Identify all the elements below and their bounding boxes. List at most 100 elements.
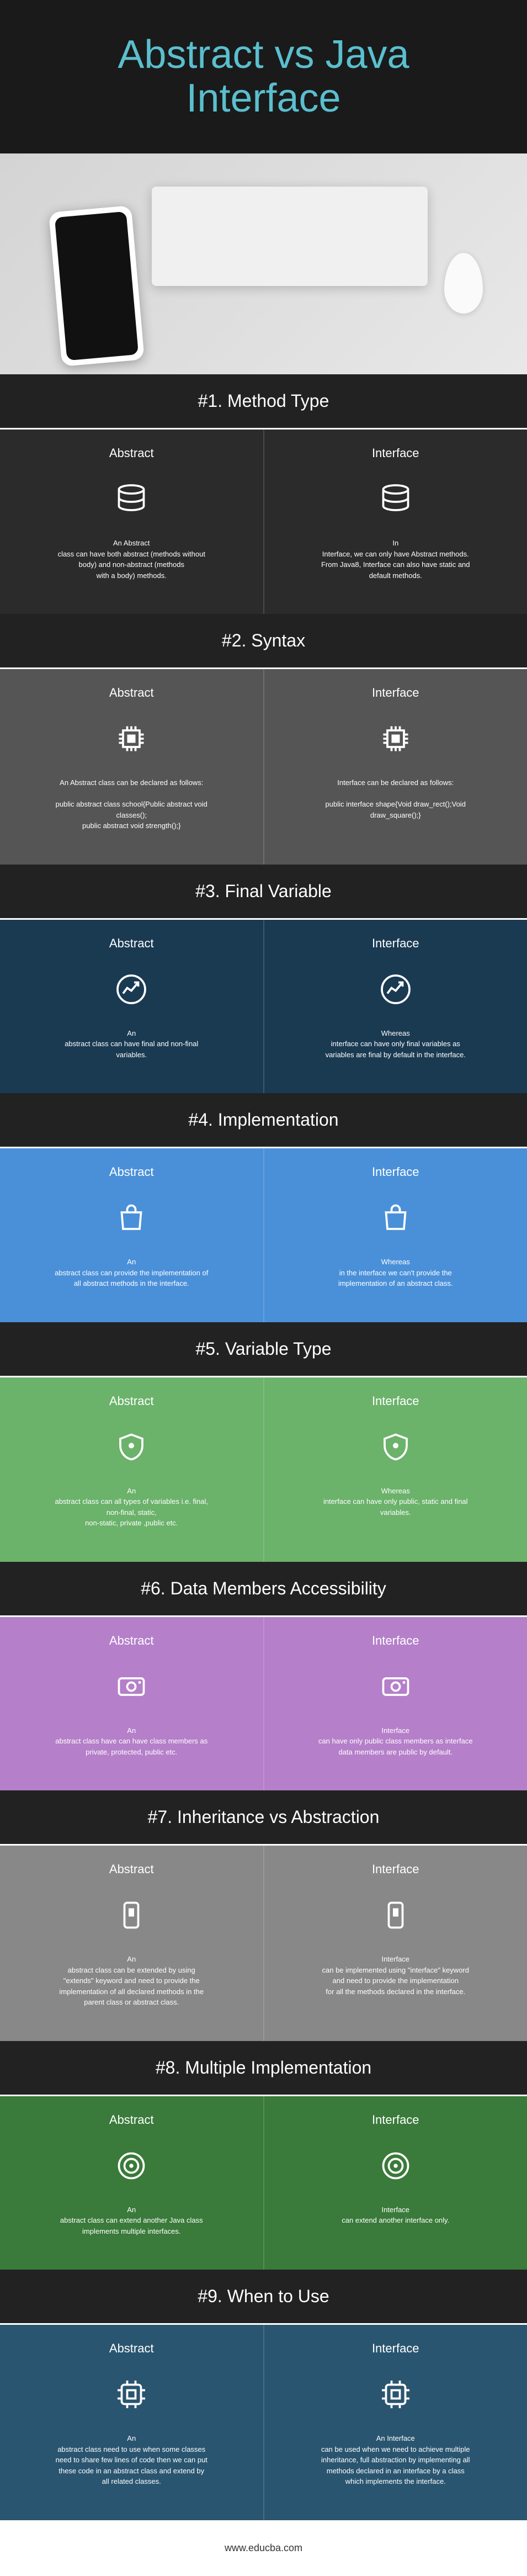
column-title: Interface [286, 1165, 505, 1179]
footer-url: www.educba.com [225, 2542, 302, 2553]
column-title: Abstract [22, 1862, 241, 1877]
section-header: #5. Variable Type [0, 1322, 527, 1377]
column-title: Abstract [22, 2113, 241, 2127]
interface-text: Interfacecan have only public class memb… [318, 1725, 473, 1758]
column-title: Abstract [22, 2341, 241, 2356]
column-title: Abstract [22, 1634, 241, 1648]
section-header: #9. When to Use [0, 2270, 527, 2325]
column-title: Interface [286, 2113, 505, 2127]
section-7: #7. Inheritance vs Abstraction Abstract … [0, 1790, 527, 2041]
abstract-text: Anabstract class can provide the impleme… [54, 1257, 209, 1289]
interface-column: Interface Whereasin the interface we can… [264, 1148, 527, 1322]
section-body: Abstract Anabstract class can have final… [0, 920, 527, 1094]
section-body: Abstract Anabstract class need to use wh… [0, 2325, 527, 2520]
interface-column: Interface InInterface, we can only have … [264, 430, 527, 614]
keyboard-graphic [152, 187, 428, 286]
abstract-column: Abstract Anabstract class can be extende… [0, 1846, 264, 2041]
interface-text: InInterface, we can only have Abstract m… [318, 538, 473, 581]
abstract-text: Anabstract class need to use when some c… [54, 2433, 209, 2487]
column-title: Abstract [22, 686, 241, 700]
section-5: #5. Variable Type Abstract Anabstract cl… [0, 1322, 527, 1562]
infographic-container: Abstract vs Java Interface #1. Method Ty… [0, 0, 527, 2576]
section-header: #7. Inheritance vs Abstraction [0, 1790, 527, 1846]
chip-icon [374, 717, 418, 761]
bag-icon [109, 1196, 153, 1240]
interface-text: Whereasinterface can have only public, s… [318, 1486, 473, 1518]
section-3: #3. Final Variable Abstract Anabstract c… [0, 865, 527, 1094]
shield-icon [109, 1425, 153, 1469]
title-line-1: Abstract vs Java [118, 33, 409, 77]
abstract-text: Anabstract class can all types of variab… [54, 1486, 209, 1529]
interface-text: Whereasinterface can have only final var… [318, 1028, 473, 1061]
section-8: #8. Multiple Implementation Abstract Ana… [0, 2041, 527, 2270]
interface-column: Interface Interfacecan have only public … [264, 1617, 527, 1791]
abstract-text: Anabstract class have can have class mem… [54, 1725, 209, 1758]
interface-text: Whereasin the interface we can't provide… [318, 1257, 473, 1289]
section-body: Abstract Anabstract class can provide th… [0, 1148, 527, 1322]
section-6: #6. Data Members Accessibility Abstract … [0, 1562, 527, 1791]
abstract-column: Abstract Anabstract class need to use wh… [0, 2325, 264, 2520]
interface-text: Interfacecan extend another interface on… [318, 2204, 473, 2226]
abstract-text: Anabstract class can have final and non-… [54, 1028, 209, 1061]
column-title: Abstract [22, 936, 241, 951]
interface-column: Interface Interface can be declared as f… [264, 669, 527, 865]
section-body: Abstract Anabstract class have can have … [0, 1617, 527, 1791]
column-title: Abstract [22, 1394, 241, 1408]
section-header: #1. Method Type [0, 374, 527, 430]
abstract-column: Abstract Anabstract class can have final… [0, 920, 264, 1094]
column-title: Interface [286, 936, 505, 951]
shield-icon [374, 1425, 418, 1469]
section-body: Abstract An Abstract class can be declar… [0, 669, 527, 865]
target-icon [374, 2144, 418, 2188]
column-title: Interface [286, 1862, 505, 1877]
column-title: Abstract [22, 446, 241, 460]
section-2: #2. Syntax Abstract An Abstract class ca… [0, 614, 527, 865]
cpu-icon [374, 2372, 418, 2416]
hero-image [0, 153, 527, 374]
chip-icon [109, 717, 153, 761]
page-title: Abstract vs Java Interface [17, 33, 510, 120]
header: Abstract vs Java Interface [0, 0, 527, 153]
column-title: Interface [286, 1634, 505, 1648]
column-title: Abstract [22, 1165, 241, 1179]
section-body: Abstract An Abstractclass can have both … [0, 430, 527, 614]
abstract-column: Abstract Anabstract class can extend ano… [0, 2096, 264, 2270]
section-body: Abstract Anabstract class can all types … [0, 1377, 527, 1562]
interface-column: Interface Interfacecan extend another in… [264, 2096, 527, 2270]
abstract-text: Anabstract class can extend another Java… [54, 2204, 209, 2237]
footer: www.educba.com [0, 2520, 527, 2576]
mouse-graphic [444, 253, 483, 314]
section-body: Abstract Anabstract class can extend ano… [0, 2096, 527, 2270]
section-header: #8. Multiple Implementation [0, 2041, 527, 2096]
section-9: #9. When to Use Abstract Anabstract clas… [0, 2270, 527, 2520]
section-header: #6. Data Members Accessibility [0, 1562, 527, 1617]
interface-column: Interface Interfacecan be implemented us… [264, 1846, 527, 2041]
db-icon [109, 477, 153, 521]
abstract-text: Anabstract class can be extended by usin… [54, 1954, 209, 2008]
device-icon [374, 1893, 418, 1937]
device-icon [109, 1893, 153, 1937]
abstract-column: Abstract An Abstract class can be declar… [0, 669, 264, 865]
section-header: #4. Implementation [0, 1093, 527, 1148]
column-title: Interface [286, 2341, 505, 2356]
section-header: #3. Final Variable [0, 865, 527, 920]
disk-icon [109, 1665, 153, 1709]
bag-icon [374, 1196, 418, 1240]
target-icon [109, 2144, 153, 2188]
abstract-text: An Abstractclass can have both abstract … [54, 538, 209, 581]
abstract-column: Abstract An Abstractclass can have both … [0, 430, 264, 614]
chart-icon [109, 967, 153, 1011]
interface-text: Interface can be declared as follows:pub… [318, 777, 473, 820]
abstract-column: Abstract Anabstract class can provide th… [0, 1148, 264, 1322]
section-header: #2. Syntax [0, 614, 527, 669]
interface-column: Interface An Interfacecan be used when w… [264, 2325, 527, 2520]
cpu-icon [109, 2372, 153, 2416]
abstract-column: Abstract Anabstract class can all types … [0, 1377, 264, 1562]
interface-text: An Interfacecan be used when we need to … [318, 2433, 473, 2487]
title-line-2: Interface [186, 76, 340, 120]
phone-graphic [49, 205, 145, 367]
column-title: Interface [286, 686, 505, 700]
abstract-column: Abstract Anabstract class have can have … [0, 1617, 264, 1791]
column-title: Interface [286, 446, 505, 460]
interface-text: Interfacecan be implemented using "inter… [318, 1954, 473, 1997]
